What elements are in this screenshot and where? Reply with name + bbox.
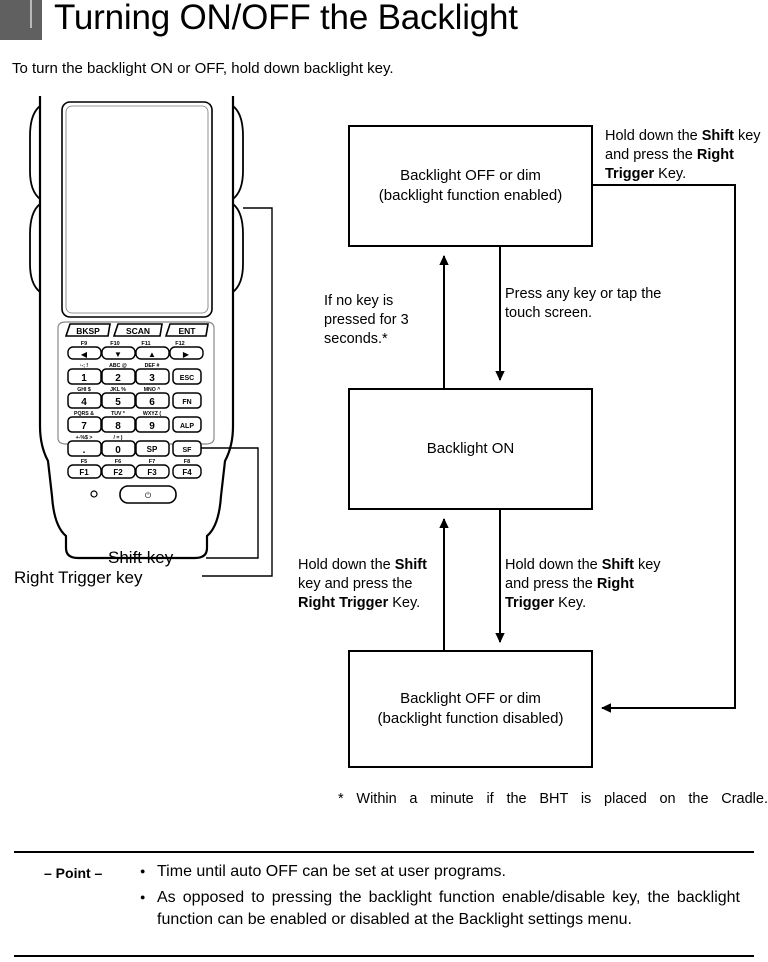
point-list-item: As opposed to pressing the backlight fun… (140, 887, 740, 931)
svg-text:4: 4 (81, 397, 87, 408)
svg-text:MNO ^: MNO ^ (144, 387, 161, 393)
svg-text:0: 0 (115, 445, 121, 456)
svg-text:F4: F4 (182, 468, 192, 477)
svg-text:WXYZ (: WXYZ ( (143, 411, 161, 417)
flow-label-off-to-on: Hold down the Shift key and press the Ri… (505, 556, 665, 613)
svg-text:⏻: ⏻ (145, 491, 152, 500)
flow-box-bottom-line2: (backlight function disabled) (377, 710, 564, 727)
svg-text:F5: F5 (81, 459, 87, 465)
svg-text:SF: SF (183, 447, 193, 454)
flow-box-backlight-on: Backlight ON (348, 388, 593, 510)
flow-label-on-to-off-part1: Hold down the (298, 557, 395, 573)
svg-text:3: 3 (149, 373, 155, 384)
svg-text:9: 9 (149, 421, 155, 432)
svg-text:▲: ▲ (148, 350, 156, 359)
svg-text:SCAN: SCAN (126, 326, 150, 336)
flow-label-off-to-on-bold1: Shift (601, 557, 634, 573)
svg-text:F11: F11 (141, 341, 150, 347)
callout-shift-key: Shift key (108, 548, 174, 567)
svg-text:▶: ▶ (183, 350, 190, 359)
flow-label-top-right-bold1: Shift (701, 128, 734, 144)
page-title: Turning ON/OFF the Backlight (54, 0, 518, 37)
svg-text:F7: F7 (149, 459, 155, 465)
point-section-top-rule (14, 851, 754, 853)
flow-label-on-to-off-part2: key and press the (298, 576, 413, 593)
svg-text:.: . (83, 445, 86, 456)
flow-box-top-line1: Backlight OFF or dim (400, 166, 541, 184)
svg-text:/ = ): / = ) (113, 435, 122, 441)
point-section-list: Time until auto OFF can be set at user p… (140, 861, 740, 935)
flow-label-off-to-on-part1: Hold down the (505, 557, 602, 573)
svg-text:F3: F3 (147, 468, 157, 477)
point-section-label: – Point – (44, 865, 103, 881)
svg-text:2: 2 (115, 373, 121, 384)
svg-text:6: 6 (149, 397, 155, 408)
flow-label-top-right-part1: Hold down the (605, 128, 702, 144)
svg-text:1: 1 (81, 373, 87, 384)
svg-text:PQRS &: PQRS & (74, 411, 94, 417)
svg-text:DEF #: DEF # (145, 363, 160, 369)
flow-label-on-to-off: Hold down the Shift key and press the Ri… (298, 556, 448, 613)
svg-text:8: 8 (115, 421, 121, 432)
svg-text:ALP: ALP (180, 423, 194, 430)
flow-label-off-to-on-part3: Key. (554, 595, 587, 612)
flow-box-mid-line1: Backlight ON (426, 439, 515, 457)
flow-box-backlight-off-enabled: Backlight OFF or dim (backlight function… (348, 125, 593, 247)
flow-label-no-key-pressed: If no key is pressed for 3 seconds.* (324, 293, 409, 348)
svg-text:F12: F12 (175, 341, 184, 347)
flow-label-top-right: Hold down the Shift key and press the Ri… (605, 127, 765, 184)
svg-text:ESC: ESC (180, 375, 194, 382)
svg-text:ABC @: ABC @ (109, 363, 127, 369)
svg-text:◀: ◀ (81, 350, 88, 359)
flow-label-on-to-off-part3: Key. (388, 595, 421, 612)
point-list-item: Time until auto OFF can be set at user p… (140, 861, 740, 883)
svg-text:JKL %: JKL % (110, 387, 126, 393)
svg-text:TUV *: TUV * (111, 411, 126, 417)
svg-text:ENT: ENT (179, 326, 197, 336)
flow-label-on-to-off-bold2: Right Trigger (298, 595, 389, 612)
device-illustration: BKSP SCAN ENT F9 F10 F11 F12 ◀ ▼ ▲ ▶ ·-;… (10, 96, 310, 596)
svg-text:F9: F9 (81, 341, 87, 347)
flow-label-on-to-off-bold1: Shift (394, 557, 427, 573)
svg-text:SP: SP (147, 445, 158, 454)
svg-text:7: 7 (81, 421, 87, 432)
svg-text:5: 5 (115, 397, 121, 408)
header-accent-block (0, 0, 42, 40)
svg-text:F6: F6 (115, 459, 121, 465)
intro-text: To turn the backlight ON or OFF, hold do… (12, 60, 394, 77)
callout-right-trigger-key: Right Trigger key (14, 568, 143, 587)
svg-text:+-%$ >: +-%$ > (76, 435, 93, 441)
svg-text:F1: F1 (79, 468, 89, 477)
svg-text:▼: ▼ (114, 350, 122, 359)
flow-label-press-any-key: Press any key or tap the touch screen. (505, 286, 662, 322)
svg-text:·-; !: ·-; ! (80, 363, 89, 369)
svg-text:F10: F10 (110, 341, 119, 347)
flow-box-backlight-off-disabled: Backlight OFF or dim (backlight function… (348, 650, 593, 768)
svg-text:F8: F8 (184, 459, 190, 465)
flow-box-bottom-line1: Backlight OFF or dim (400, 689, 541, 707)
svg-text:GHI $: GHI $ (77, 387, 91, 393)
svg-text:FN: FN (182, 399, 191, 406)
flowchart-footnote: * Within a minute if the BHT is placed o… (338, 791, 768, 807)
point-section-bottom-rule (14, 955, 754, 957)
svg-text:BKSP: BKSP (76, 326, 100, 336)
flow-box-top-line2: (backlight function enabled) (378, 187, 563, 204)
svg-text:F2: F2 (113, 468, 123, 477)
flow-label-top-right-part3: Key. (654, 166, 687, 183)
